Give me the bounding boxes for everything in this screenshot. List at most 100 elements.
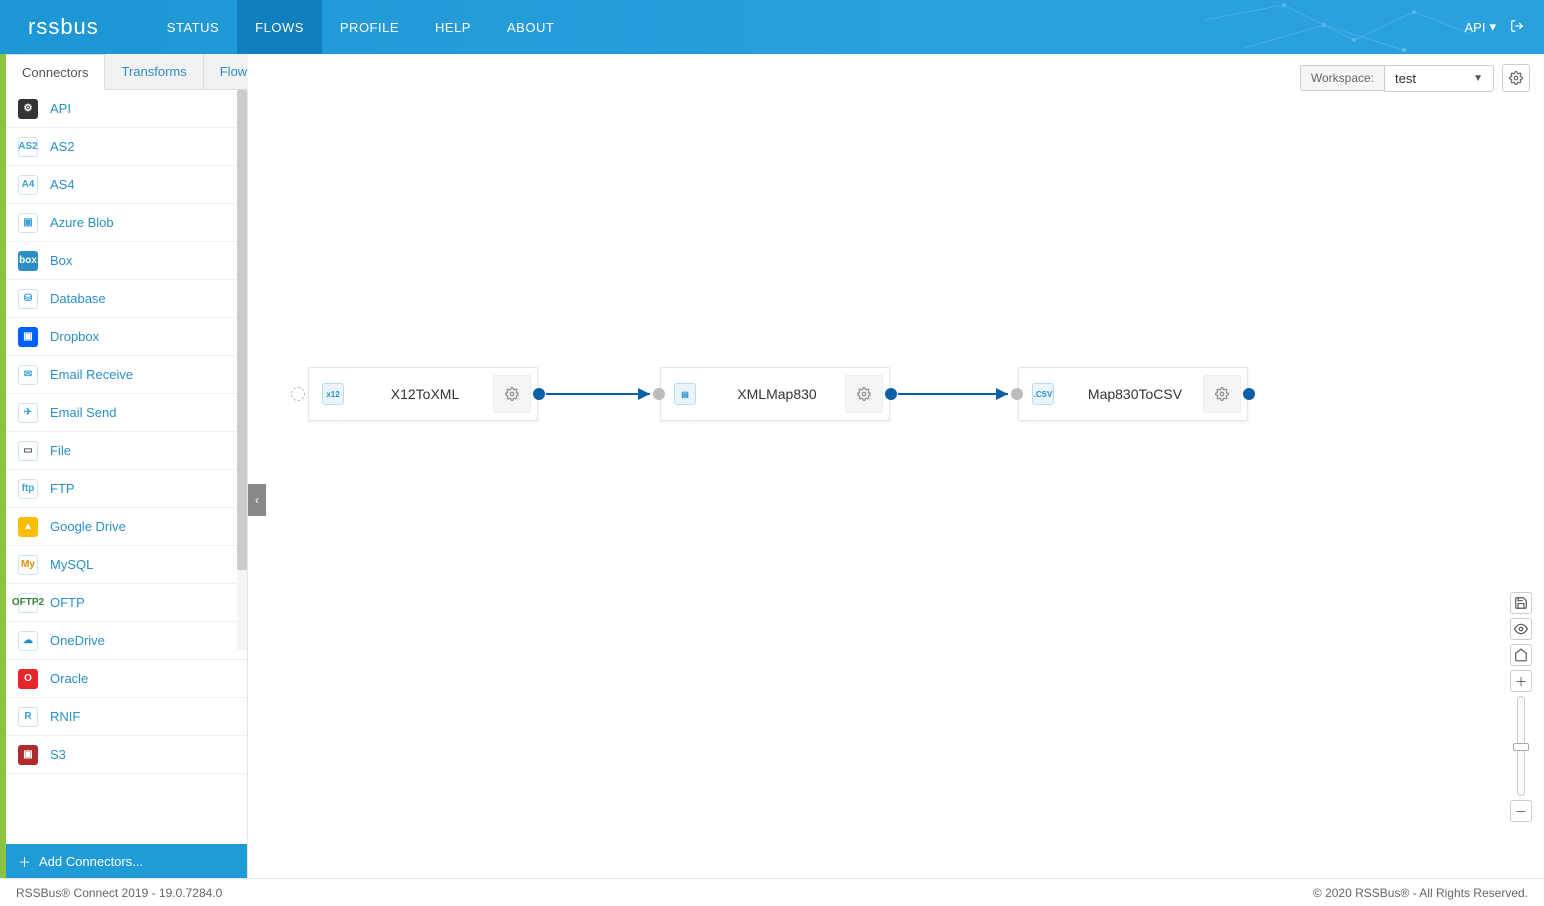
connector-label: API	[50, 101, 71, 116]
zoom-panel: ＋ －	[1510, 592, 1532, 822]
connector-label: OFTP	[50, 595, 85, 610]
top-nav: rssbus STATUSFLOWSPROFILEHELPABOUT API ▾	[0, 0, 1544, 54]
flow-node-n3[interactable]: .CSVMap830ToCSV	[1018, 367, 1248, 421]
connector-item-ftp[interactable]: ftp FTP	[6, 470, 247, 508]
zoom-in-button[interactable]: ＋	[1510, 670, 1532, 692]
node-settings-button[interactable]	[845, 375, 883, 413]
chevron-left-icon: ‹	[255, 493, 259, 507]
api-dropdown[interactable]: API ▾	[1465, 19, 1497, 35]
connector-label: Email Receive	[50, 367, 133, 382]
sidebar-scroll-thumb[interactable]	[237, 90, 247, 570]
connector-label: Email Send	[50, 405, 116, 420]
node-settings-button[interactable]	[1203, 375, 1241, 413]
connector-icon: ftp	[18, 479, 38, 499]
connector-icon: O	[18, 669, 38, 689]
connector-icon: ☁	[18, 631, 38, 651]
zoom-thumb[interactable]	[1513, 743, 1529, 751]
sidebar-tab-transforms[interactable]: Transforms	[105, 54, 203, 89]
connector-label: OneDrive	[50, 633, 105, 648]
minus-icon: －	[1515, 803, 1527, 820]
gear-icon	[857, 387, 871, 401]
nav-item-about[interactable]: ABOUT	[489, 0, 572, 54]
connector-label: Azure Blob	[50, 215, 114, 230]
connector-label: Box	[50, 253, 72, 268]
sidebar-scrollbar[interactable]	[237, 90, 247, 650]
connector-item-onedrive[interactable]: ☁ OneDrive	[6, 622, 247, 660]
port-out[interactable]	[885, 388, 897, 400]
plus-icon: ＋	[18, 852, 31, 871]
connector-item-dropbox[interactable]: ▣Dropbox	[6, 318, 247, 356]
port-out[interactable]	[533, 388, 545, 400]
connector-label: Dropbox	[50, 329, 99, 344]
xml-icon: ▤	[674, 383, 696, 405]
connector-item-email-receive[interactable]: ✉ Email Receive	[6, 356, 247, 394]
connector-item-as2[interactable]: AS2AS2	[6, 128, 247, 166]
node-settings-button[interactable]	[493, 375, 531, 413]
connector-item-as4[interactable]: A4 AS4	[6, 166, 247, 204]
sidebar: ConnectorsTransformsFlow ⚙APIAS2AS2A4AS4…	[6, 54, 248, 878]
connector-item-s3[interactable]: ▣ S3	[6, 736, 247, 774]
nav-item-flows[interactable]: FLOWS	[237, 0, 322, 54]
connector-item-file[interactable]: ▭ File	[6, 432, 247, 470]
connector-icon: A4	[18, 175, 38, 195]
port-out[interactable]	[1243, 388, 1255, 400]
flow-node-n2[interactable]: ▤ XMLMap830	[660, 367, 890, 421]
port-in[interactable]	[653, 388, 665, 400]
nav-item-help[interactable]: HELP	[417, 0, 489, 54]
connector-icon: ▭	[18, 441, 38, 461]
connector-icon: ▣	[18, 745, 38, 765]
flow-node-n1[interactable]: x12 X12ToXML	[308, 367, 538, 421]
sidebar-collapse-handle[interactable]: ‹	[248, 484, 266, 516]
flow-canvas[interactable]: Workspace: test ▼ x12X12ToXML▤XMLMap830.…	[248, 54, 1544, 878]
connector-icon: box	[18, 251, 38, 271]
connector-label: File	[50, 443, 71, 458]
nav-item-status[interactable]: STATUS	[149, 0, 237, 54]
connector-icon: My	[18, 555, 38, 575]
add-connectors-button[interactable]: ＋ Add Connectors...	[6, 844, 247, 878]
connector-item-box[interactable]: box Box	[6, 242, 247, 280]
connector-item-rnif[interactable]: R RNIF	[6, 698, 247, 736]
port-in-slot[interactable]	[291, 387, 305, 401]
connector-label: MySQL	[50, 557, 93, 572]
connector-label: Google Drive	[50, 519, 126, 534]
node-label: XMLMap830	[709, 386, 845, 402]
logout-icon[interactable]	[1510, 19, 1524, 36]
nav-item-profile[interactable]: PROFILE	[322, 0, 417, 54]
connector-label: S3	[50, 747, 66, 762]
footer-version: RSSBus® Connect 2019 - 19.0.7284.0	[16, 886, 222, 900]
port-in[interactable]	[1011, 388, 1023, 400]
connector-item-email-send[interactable]: ✈Email Send	[6, 394, 247, 432]
connector-icon: ✉	[18, 365, 38, 385]
connector-label: Oracle	[50, 671, 88, 686]
connector-icon: ▣	[18, 213, 38, 233]
canvas-save-button[interactable]	[1510, 592, 1532, 614]
zoom-out-button[interactable]: －	[1510, 800, 1532, 822]
connector-label: Database	[50, 291, 106, 306]
sidebar-tab-connectors[interactable]: Connectors	[6, 54, 105, 90]
gear-icon	[505, 387, 519, 401]
gear-icon	[1215, 387, 1229, 401]
connector-label: RNIF	[50, 709, 80, 724]
canvas-view-button[interactable]	[1510, 618, 1532, 640]
connector-icon: ⛁	[18, 289, 38, 309]
connector-item-google-drive[interactable]: ▲ Google Drive	[6, 508, 247, 546]
connector-item-database[interactable]: ⛁ Database	[6, 280, 247, 318]
nav-decoration	[1204, 0, 1484, 54]
connector-item-api[interactable]: ⚙ API	[6, 90, 247, 128]
x12-icon: x12	[322, 383, 344, 405]
connector-icon: R	[18, 707, 38, 727]
zoom-slider[interactable]	[1517, 696, 1525, 796]
connector-label: AS4	[50, 177, 75, 192]
eye-icon	[1514, 622, 1528, 636]
canvas-home-button[interactable]	[1510, 644, 1532, 666]
connector-icon: ⚙	[18, 99, 38, 119]
connector-label: AS2	[50, 139, 75, 154]
connector-label: FTP	[50, 481, 75, 496]
connector-item-oracle[interactable]: O Oracle	[6, 660, 247, 698]
connector-item-mysql[interactable]: My MySQL	[6, 546, 247, 584]
connector-icon: ▲	[18, 517, 38, 537]
connector-item-azure-blob[interactable]: ▣ Azure Blob	[6, 204, 247, 242]
node-label: Map830ToCSV	[1067, 386, 1203, 402]
node-label: X12ToXML	[357, 386, 493, 402]
connector-item-oftp[interactable]: OFTP2OFTP	[6, 584, 247, 622]
